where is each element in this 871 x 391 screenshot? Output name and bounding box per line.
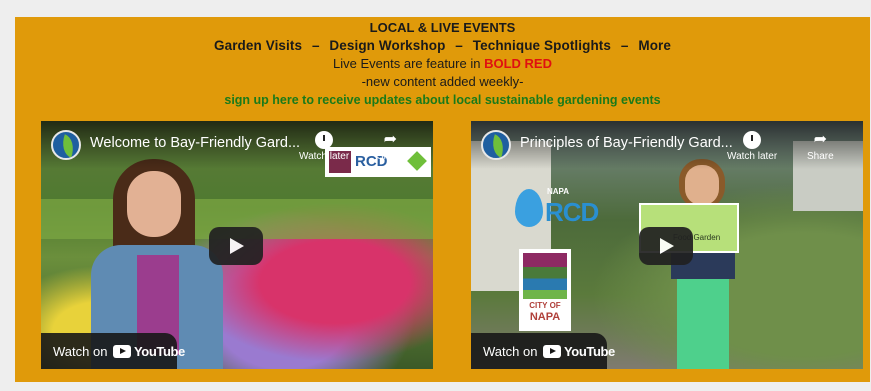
clock-icon <box>743 131 762 149</box>
events-panel: LOCAL & LIVE EVENTS Garden Visits – Desi… <box>15 17 870 382</box>
bold-red-highlight: BOLD RED <box>484 56 552 71</box>
leaf-icon <box>58 134 78 158</box>
city-logo-art <box>523 253 567 299</box>
share-arrow-icon: ➦ <box>383 131 398 148</box>
rcd-text: RCD <box>545 197 599 227</box>
share-label: Share <box>377 151 404 162</box>
category-technique-spotlights: Technique Spotlights <box>472 38 612 53</box>
live-events-note: Live Events are feature in BOLD RED <box>15 55 870 73</box>
youtube-wordmark: YouTube <box>134 344 185 359</box>
video-title[interactable]: Welcome to Bay-Friendly Gard... <box>90 135 300 151</box>
watch-later-label: Watch later <box>727 151 778 162</box>
events-title: LOCAL & LIVE EVENTS <box>369 20 516 35</box>
watch-on-label: Watch on <box>483 344 538 359</box>
category-separator: – <box>455 38 463 53</box>
video-title[interactable]: Principles of Bay-Friendly Gard... <box>520 135 733 151</box>
presenter-face <box>127 171 181 237</box>
category-garden-visits: Garden Visits <box>214 38 303 53</box>
city-of-text: CITY OF <box>529 301 561 310</box>
watch-later-button[interactable]: Watch later <box>299 131 349 162</box>
presenter-pants <box>677 279 729 369</box>
live-events-note-text: Live Events are feature in <box>333 56 481 71</box>
video-embed-welcome[interactable]: RCD Welcome to Bay-Friendly Gard... Watc… <box>41 121 433 369</box>
watch-on-youtube-button[interactable]: Watch on YouTube <box>41 333 185 369</box>
share-button[interactable]: ➦ Share <box>807 131 834 162</box>
category-separator: – <box>620 38 629 53</box>
youtube-icon <box>543 345 561 358</box>
leaf-icon <box>488 134 508 158</box>
category-separator: – <box>311 38 320 53</box>
category-more: More <box>638 38 671 53</box>
napa-text: NAPA <box>529 311 561 323</box>
weekly-content-note: -new content added weekly- <box>361 74 524 89</box>
watch-later-button[interactable]: Watch later <box>727 131 777 162</box>
category-design-workshop: Design Workshop <box>329 38 446 53</box>
channel-icon[interactable] <box>481 130 511 160</box>
events-categories: Garden Visits – Design Workshop – Techni… <box>15 37 870 55</box>
video-embed-principles[interactable]: NAPA RCD CITY OF NAPA Food Garden Princi… <box>471 121 863 369</box>
water-drop-icon <box>515 189 543 227</box>
clock-icon <box>315 131 334 149</box>
youtube-icon <box>113 345 131 358</box>
share-label: Share <box>807 151 834 162</box>
napa-badge-diamond <box>407 151 427 171</box>
watch-on-youtube-button[interactable]: Watch on YouTube <box>471 333 615 369</box>
events-header: LOCAL & LIVE EVENTS Garden Visits – Desi… <box>15 19 870 109</box>
signup-link[interactable]: sign up here to receive updates about lo… <box>15 91 870 109</box>
play-button[interactable] <box>209 227 263 265</box>
city-of-napa-logo: CITY OF NAPA <box>519 249 571 331</box>
presenter-face <box>685 165 719 205</box>
play-button[interactable] <box>639 227 693 265</box>
share-arrow-icon: ➦ <box>813 131 828 148</box>
youtube-wordmark: YouTube <box>564 344 615 359</box>
napa-rcd-logo: NAPA RCD <box>505 179 601 235</box>
watch-later-label: Watch later <box>299 151 350 162</box>
watch-on-label: Watch on <box>53 344 108 359</box>
channel-icon[interactable] <box>51 130 81 160</box>
napa-rcd-small-text: NAPA <box>547 187 570 196</box>
share-button[interactable]: ➦ Share <box>377 131 404 162</box>
